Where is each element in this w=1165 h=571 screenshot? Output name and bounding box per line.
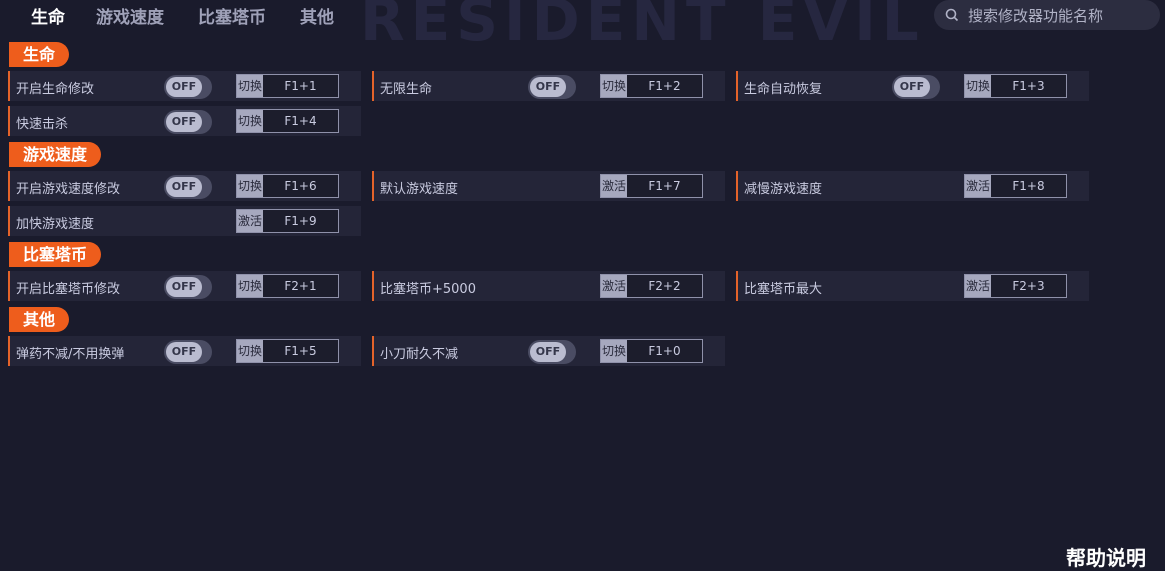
cheat-row: 比塞塔币最大 激活 F2+3: [736, 271, 1089, 301]
cheat-label: 生命自动恢复: [744, 82, 823, 97]
cheat-row: 小刀耐久不减 OFF 切换 F1+0: [372, 336, 725, 366]
cheat-label: 开启游戏速度修改: [16, 182, 121, 197]
cheat-row: 生命自动恢复 OFF 切换 F1+3: [736, 71, 1089, 101]
help-button[interactable]: 帮助说明: [1066, 542, 1146, 571]
cheat-row: 快速击杀 OFF 切换 F1+4: [8, 106, 361, 136]
section-header-game-speed: 游戏速度: [9, 142, 102, 167]
toggle-state: OFF: [166, 277, 202, 297]
activate-button[interactable]: 激活 F1+7: [600, 174, 703, 198]
tab-other[interactable]: 其他: [300, 3, 334, 28]
hotkey-button[interactable]: 切换 F1+1: [236, 74, 339, 98]
cheat-label: 开启生命修改: [16, 82, 95, 97]
toggle-switch[interactable]: OFF: [164, 340, 212, 364]
hotkey-label: F1+7: [648, 179, 681, 193]
toggle-state: OFF: [166, 177, 202, 197]
hotkey-label: F1+4: [284, 114, 317, 128]
action-label: 切换: [237, 175, 263, 197]
cheat-label: 比塞塔币最大: [744, 282, 823, 297]
toggle-state: OFF: [530, 342, 566, 362]
cheat-row: 开启比塞塔币修改 OFF 切换 F2+1: [8, 271, 361, 301]
action-label: 切换: [601, 75, 627, 97]
cheat-label: 默认游戏速度: [380, 182, 459, 197]
action-label: 切换: [237, 340, 263, 362]
toggle-switch[interactable]: OFF: [164, 110, 212, 134]
hotkey-label: F1+9: [284, 214, 317, 228]
action-label: 激活: [237, 210, 263, 232]
toggle-switch[interactable]: OFF: [892, 75, 940, 99]
tab-game-speed[interactable]: 游戏速度: [96, 3, 164, 28]
activate-button[interactable]: 激活 F2+2: [600, 274, 703, 298]
cheat-label: 弹药不减/不用换弹: [16, 347, 125, 362]
cheat-label: 小刀耐久不减: [380, 347, 459, 362]
cheat-label: 开启比塞塔币修改: [16, 282, 121, 297]
search-box[interactable]: [934, 0, 1160, 30]
toggle-switch[interactable]: OFF: [528, 75, 576, 99]
toggle-switch[interactable]: OFF: [164, 275, 212, 299]
tab-life[interactable]: 生命: [31, 3, 65, 28]
toggle-state: OFF: [166, 77, 202, 97]
top-navigation: 生命 游戏速度 比塞塔币 其他: [0, 0, 1165, 32]
action-label: 切换: [237, 275, 263, 297]
hotkey-label: F1+2: [648, 79, 681, 93]
toggle-state: OFF: [530, 77, 566, 97]
action-label: 激活: [965, 275, 991, 297]
cheat-row: 比塞塔币+5000 激活 F2+2: [372, 271, 725, 301]
hotkey-label: F1+5: [284, 344, 317, 358]
toggle-state: OFF: [166, 112, 202, 132]
section-header-other: 其他: [9, 307, 70, 332]
hotkey-button[interactable]: 切换 F1+3: [964, 74, 1067, 98]
action-label: 激活: [601, 175, 627, 197]
tab-pesetas[interactable]: 比塞塔币: [198, 3, 266, 28]
hotkey-button[interactable]: 切换 F2+1: [236, 274, 339, 298]
cheat-row: 开启生命修改 OFF 切换 F1+1: [8, 71, 361, 101]
section-header-life: 生命: [9, 42, 70, 67]
action-label: 切换: [237, 110, 263, 132]
action-label: 切换: [237, 75, 263, 97]
hotkey-label: F1+8: [1012, 179, 1045, 193]
toggle-switch[interactable]: OFF: [164, 175, 212, 199]
hotkey-button[interactable]: 切换 F1+4: [236, 109, 339, 133]
hotkey-label: F1+3: [1012, 79, 1045, 93]
cheat-label: 减慢游戏速度: [744, 182, 823, 197]
cheat-label: 无限生命: [380, 82, 433, 97]
action-label: 激活: [965, 175, 991, 197]
hotkey-label: F2+2: [648, 279, 681, 293]
cheat-row: 减慢游戏速度 激活 F1+8: [736, 171, 1089, 201]
hotkey-button[interactable]: 切换 F1+6: [236, 174, 339, 198]
search-input[interactable]: [966, 5, 1155, 27]
section-header-pesetas: 比塞塔币: [9, 242, 102, 267]
search-icon: [945, 8, 959, 22]
hotkey-button[interactable]: 切换 F1+5: [236, 339, 339, 363]
action-label: 切换: [965, 75, 991, 97]
toggle-switch[interactable]: OFF: [164, 75, 212, 99]
hotkey-label: F1+6: [284, 179, 317, 193]
action-label: 激活: [601, 275, 627, 297]
cheat-row: 加快游戏速度 激活 F1+9: [8, 206, 361, 236]
toggle-state: OFF: [894, 77, 930, 97]
cheat-row: 无限生命 OFF 切换 F1+2: [372, 71, 725, 101]
activate-button[interactable]: 激活 F2+3: [964, 274, 1067, 298]
hotkey-label: F2+3: [1012, 279, 1045, 293]
cheat-label: 快速击杀: [16, 117, 69, 132]
cheat-label: 加快游戏速度: [16, 217, 95, 232]
hotkey-button[interactable]: 切换 F1+2: [600, 74, 703, 98]
toggle-switch[interactable]: OFF: [528, 340, 576, 364]
hotkey-label: F1+0: [648, 344, 681, 358]
cheat-label: 比塞塔币+5000: [380, 282, 476, 297]
cheat-row: 默认游戏速度 激活 F1+7: [372, 171, 725, 201]
hotkey-label: F1+1: [284, 79, 317, 93]
toggle-state: OFF: [166, 342, 202, 362]
hotkey-button[interactable]: 切换 F1+0: [600, 339, 703, 363]
activate-button[interactable]: 激活 F1+9: [236, 209, 339, 233]
cheat-row: 弹药不减/不用换弹 OFF 切换 F1+5: [8, 336, 361, 366]
action-label: 切换: [601, 340, 627, 362]
cheat-row: 开启游戏速度修改 OFF 切换 F1+6: [8, 171, 361, 201]
activate-button[interactable]: 激活 F1+8: [964, 174, 1067, 198]
hotkey-label: F2+1: [284, 279, 317, 293]
